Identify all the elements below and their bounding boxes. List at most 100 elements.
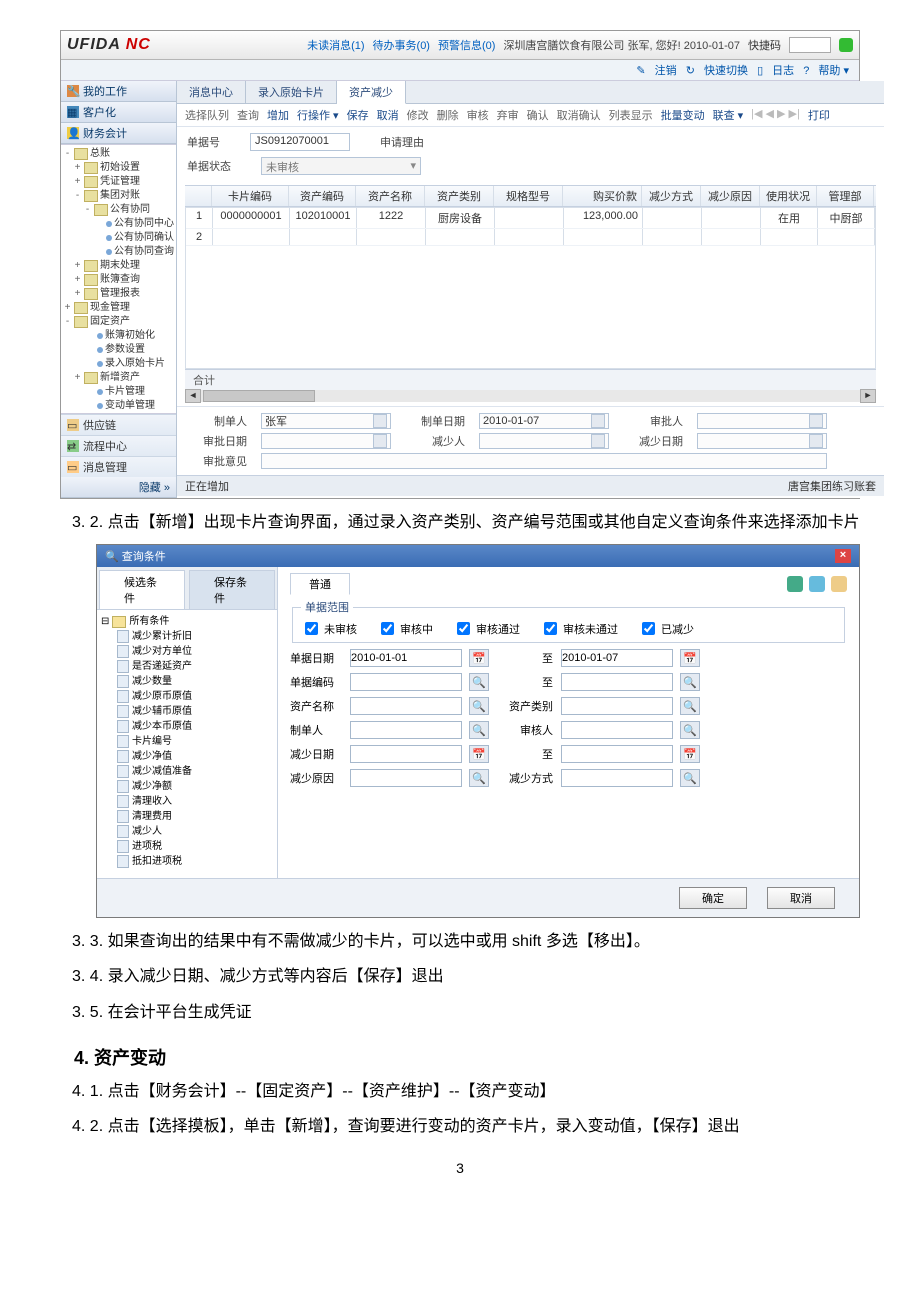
search-icon[interactable]: 🔍 (680, 673, 700, 691)
tree-node[interactable]: 公有协同查询 (63, 245, 174, 259)
cond-item[interactable]: 减少减值准备 (99, 764, 275, 779)
toolbar-item[interactable]: 审核 (467, 107, 489, 123)
nav-supply[interactable]: ▭供应链 (61, 414, 176, 435)
nav-hdr-fin[interactable]: 👤财务会计 (61, 123, 176, 144)
tree-node[interactable]: 参数设置 (63, 343, 174, 357)
tree-node[interactable]: +管理报表 (63, 287, 174, 301)
toolbar-item[interactable]: 弃审 (497, 107, 519, 123)
check-审核中[interactable]: 审核中 (377, 619, 433, 638)
cond-item[interactable]: 减少辅币原值 (99, 704, 275, 719)
search-icon[interactable]: 🔍 (469, 721, 489, 739)
cond-item[interactable]: 抵扣进项税 (99, 854, 275, 869)
calendar-icon[interactable]: 📅 (680, 649, 700, 667)
tree-node[interactable]: -固定资产 (63, 315, 174, 329)
col-header[interactable]: 减少原因 (701, 186, 760, 206)
toolbar-item[interactable]: 打印 (808, 107, 830, 123)
tree-node[interactable]: +现金管理 (63, 301, 174, 315)
filter-input[interactable]: 2010-01-01 (350, 649, 462, 667)
table-row[interactable]: 100000000011020100011222厨房设备123,000.00在用… (186, 208, 875, 229)
tree-node[interactable]: -公有协同 (63, 203, 174, 217)
check-未审核[interactable]: 未审核 (301, 619, 357, 638)
filter-input-2[interactable] (561, 769, 673, 787)
cond-item[interactable]: 减少净值 (99, 749, 275, 764)
toolbar-item[interactable]: 联查 ▾ (713, 107, 744, 123)
toolbar-item[interactable]: 批量变动 (661, 107, 705, 123)
calendar-icon[interactable] (809, 434, 823, 448)
check-审核通过[interactable]: 审核通过 (453, 619, 520, 638)
toolbar-item[interactable]: 查询 (237, 107, 259, 123)
cond-item[interactable]: 进项税 (99, 839, 275, 854)
tree-node[interactable]: +账簿查询 (63, 273, 174, 287)
table-row[interactable]: 2 (186, 229, 875, 246)
filter-input[interactable] (350, 745, 462, 763)
content-tabs[interactable]: 消息中心录入原始卡片资产减少 (177, 81, 884, 104)
search-icon[interactable]: 🔍 (469, 673, 489, 691)
filter-input-2[interactable] (561, 673, 673, 691)
tree-node[interactable]: 变动单管理 (63, 399, 174, 413)
help-icon[interactable] (839, 38, 853, 52)
tab-saved[interactable]: 保存条件 (189, 570, 275, 609)
search-icon[interactable] (591, 434, 605, 448)
tree-node[interactable]: +期末处理 (63, 259, 174, 273)
cond-item[interactable]: 清理收入 (99, 794, 275, 809)
tree-node[interactable]: +凭证管理 (63, 175, 174, 189)
tab[interactable]: 录入原始卡片 (246, 81, 337, 103)
cond-item[interactable]: 减少对方单位 (99, 644, 275, 659)
nav-flow[interactable]: ⇄流程中心 (61, 435, 176, 456)
cond-item[interactable]: 清理费用 (99, 809, 275, 824)
search-icon[interactable]: 🔍 (469, 697, 489, 715)
filter-input-2[interactable] (561, 745, 673, 763)
cond-item[interactable]: 减少人 (99, 824, 275, 839)
tab-normal[interactable]: 普通 (290, 573, 350, 595)
toolbar-item[interactable]: 取消 (377, 107, 399, 123)
col-header[interactable]: 购买价款 (563, 186, 642, 206)
cond-item[interactable]: 减少累计折旧 (99, 629, 275, 644)
tree-node[interactable]: 账簿初始化 (63, 329, 174, 343)
filter-input[interactable] (350, 721, 462, 739)
save-icon[interactable] (787, 576, 803, 592)
toolbar-item[interactable]: 列表显示 (609, 107, 653, 123)
cond-item[interactable]: 减少原币原值 (99, 689, 275, 704)
calendar-icon[interactable]: 📅 (680, 745, 700, 763)
filter-input[interactable] (350, 673, 462, 691)
tree-root[interactable]: ⊟ 所有条件 (99, 614, 275, 629)
calendar-icon[interactable]: 📅 (469, 745, 489, 763)
search-icon[interactable] (809, 414, 823, 428)
cancel-button[interactable]: 取消 (767, 887, 835, 909)
check-审核未通过[interactable]: 审核未通过 (540, 619, 618, 638)
link-todo[interactable]: 待办事务(0) (373, 37, 430, 53)
col-header[interactable] (185, 186, 212, 206)
nav-hdr-work[interactable]: 🔧我的工作 (61, 81, 176, 102)
toolbar-item[interactable]: 保存 (347, 107, 369, 123)
calendar-icon[interactable] (591, 414, 605, 428)
filter-input-2[interactable] (561, 697, 673, 715)
col-header[interactable]: 减少方式 (642, 186, 701, 206)
tree-node[interactable]: -总账 (63, 147, 174, 161)
search-icon[interactable]: 🔍 (469, 769, 489, 787)
link-alert[interactable]: 预警信息(0) (438, 37, 495, 53)
tree-node[interactable]: +初始设置 (63, 161, 174, 175)
toolbar-item[interactable]: 选择队列 (185, 107, 229, 123)
toolbar-item[interactable]: 修改 (407, 107, 429, 123)
tree-node[interactable]: 录入原始卡片 (63, 357, 174, 371)
nav-hdr-client[interactable]: ▦客户化 (61, 102, 176, 123)
cond-item[interactable]: 卡片编号 (99, 734, 275, 749)
filter-input-2[interactable]: 2010-01-07 (561, 649, 673, 667)
filter-input-2[interactable] (561, 721, 673, 739)
toolbar-item[interactable]: 增加 (267, 107, 289, 123)
cond-item[interactable]: 减少净额 (99, 779, 275, 794)
nav-arrows[interactable]: |◀ ◀ ▶ ▶| (751, 107, 800, 123)
calendar-icon[interactable] (373, 434, 387, 448)
tree-node[interactable]: 卡片管理 (63, 385, 174, 399)
link-logout[interactable]: ✎ 注销 (636, 65, 676, 77)
link-log[interactable]: ▯ 日志 (757, 65, 794, 77)
toolbar-item[interactable]: 行操作 ▾ (297, 107, 339, 123)
col-header[interactable]: 资产名称 (356, 186, 425, 206)
filter-input[interactable] (350, 697, 462, 715)
col-header[interactable]: 使用状况 (760, 186, 817, 206)
tab-candidate[interactable]: 候选条件 (99, 570, 185, 609)
tree-node[interactable]: 公有协同中心 (63, 217, 174, 231)
left-tabs[interactable]: 候选条件 保存条件 (97, 567, 277, 610)
col-header[interactable]: 资产类别 (425, 186, 494, 206)
col-header[interactable]: 管理部 (817, 186, 874, 206)
